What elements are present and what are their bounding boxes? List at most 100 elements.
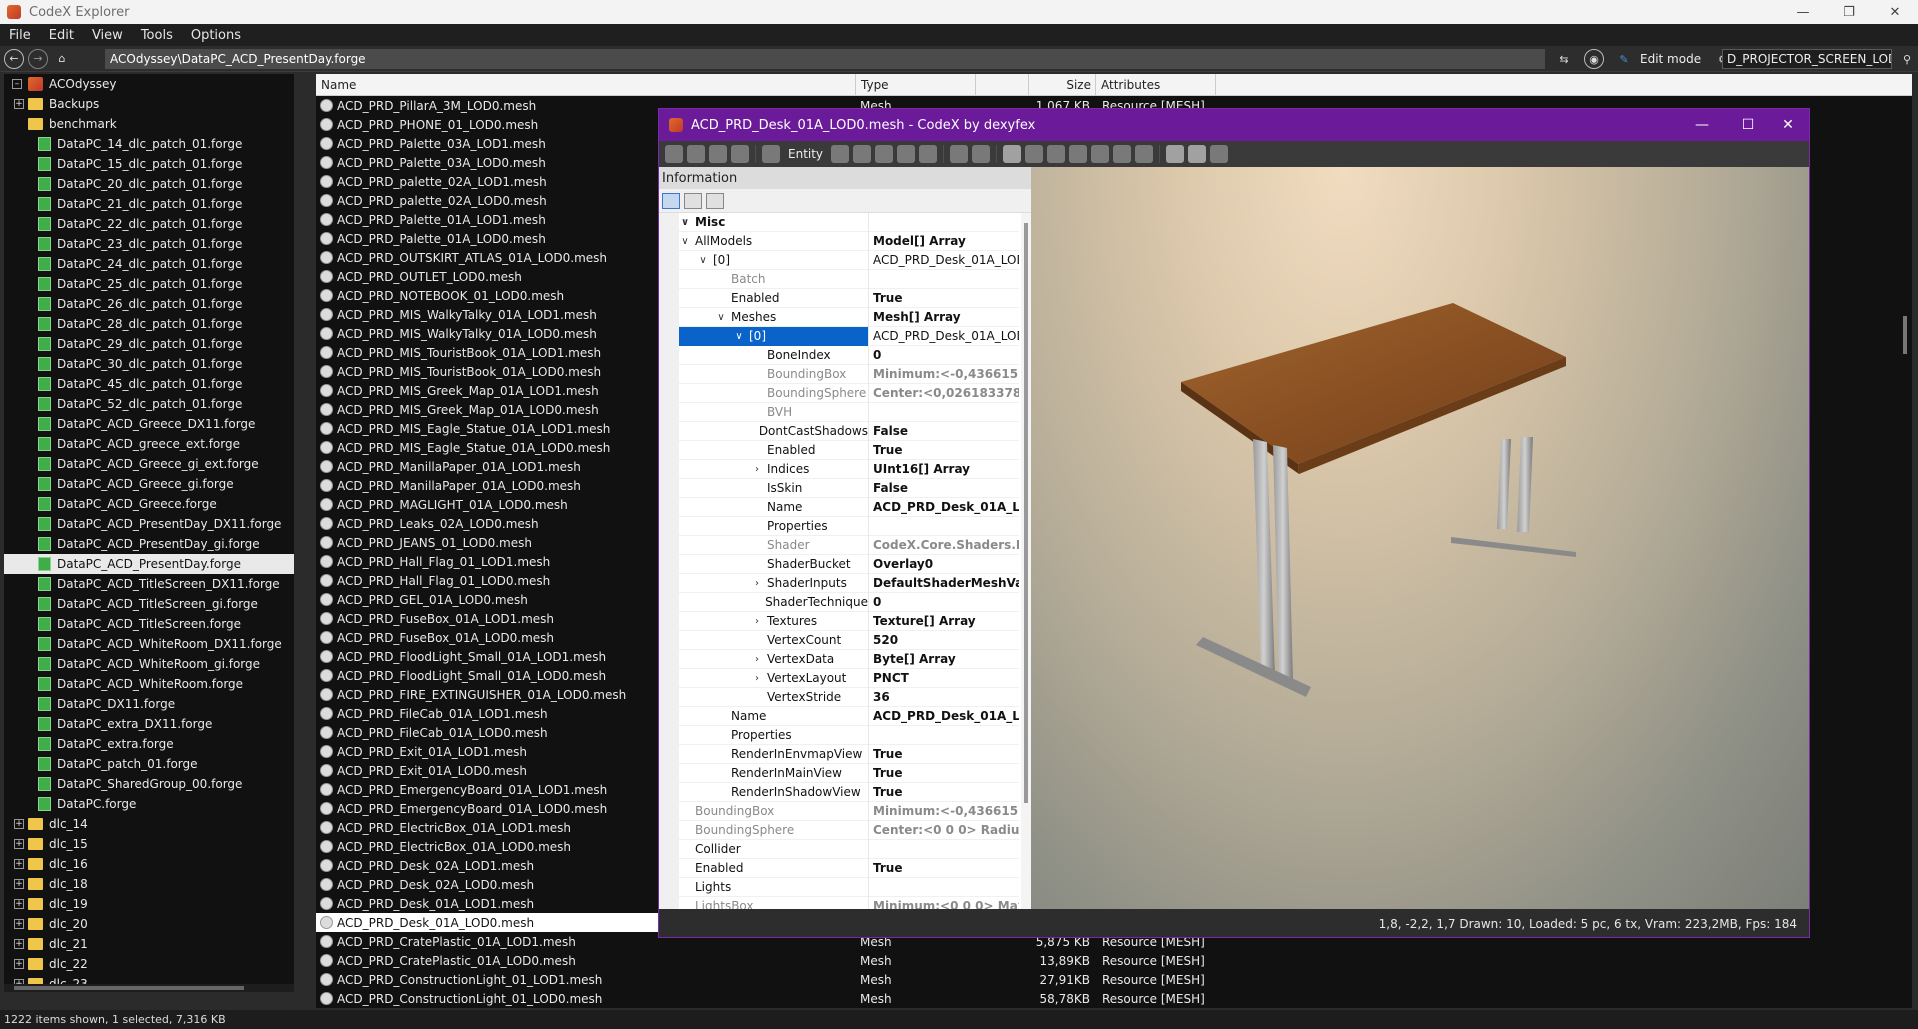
move-icon[interactable] [831, 145, 850, 163]
tree-item[interactable]: DataPC_ACD_greece_ext.forge [4, 434, 294, 454]
list-row[interactable]: ACD_PRD_ConstructionLight_01_LOD0.mesh Me… [316, 989, 1912, 1008]
tree-item[interactable]: DataPC_29_dlc_patch_01.forge [4, 334, 294, 354]
property-value[interactable] [869, 213, 1019, 232]
tree-item[interactable]: DataPC_patch_01.forge [4, 754, 294, 774]
step-icon[interactable] [1188, 145, 1207, 163]
tree-item[interactable]: DataPC_52_dlc_patch_01.forge [4, 394, 294, 414]
menu-tools[interactable]: Tools [132, 28, 182, 43]
tree-item[interactable]: DataPC_22_dlc_patch_01.forge [4, 214, 294, 234]
property-row[interactable]: BoneIndex 0 [659, 345, 1019, 365]
entity-dropdown[interactable]: Entity [782, 147, 829, 161]
3d-viewport[interactable] [1031, 167, 1809, 909]
sort-alpha-icon[interactable] [684, 192, 702, 209]
property-row[interactable]: Name ACD_PRD_Desk_01A_LOD0 [659, 706, 1019, 726]
property-row[interactable]: DontCastShadows False [659, 421, 1019, 441]
tree-item[interactable]: DataPC_ACD_TitleScreen_DX11.forge [4, 574, 294, 594]
property-value[interactable] [869, 878, 1019, 897]
property-row[interactable]: Enabled True [659, 858, 1019, 878]
edit-mode-toggle[interactable]: Edit mode [1640, 52, 1701, 66]
expand-chevron-icon[interactable]: › [751, 464, 763, 475]
tree-root[interactable]: – ACOdyssey [4, 74, 294, 94]
swap-icon[interactable]: ⇆ [1554, 49, 1574, 69]
property-value[interactable] [869, 517, 1019, 536]
tree-item[interactable]: + dlc_21 [4, 934, 294, 954]
property-grid-scrollbar[interactable] [1021, 213, 1031, 909]
expand-chevron-icon[interactable]: ∨ [697, 255, 709, 266]
property-value[interactable] [869, 840, 1019, 859]
expand-icon[interactable]: + [14, 959, 24, 969]
search-icon[interactable]: ⚲ [1897, 49, 1917, 69]
property-row[interactable]: VertexStride 36 [659, 687, 1019, 707]
tree-item[interactable]: DataPC_ACD_PresentDay_DX11.forge [4, 514, 294, 534]
property-value[interactable]: Minimum:<0 0 0> Maximu [869, 897, 1019, 909]
play-icon[interactable] [1166, 145, 1185, 163]
property-value[interactable]: DefaultShaderMeshVars [869, 574, 1019, 593]
property-row[interactable]: › VertexData Byte[] Array [659, 649, 1019, 669]
tree-item[interactable]: DataPC_ACD_Greece_gi.forge [4, 474, 294, 494]
tree-item[interactable]: DataPC_15_dlc_patch_01.forge [4, 154, 294, 174]
tree-item[interactable]: DataPC_45_dlc_patch_01.forge [4, 374, 294, 394]
property-value[interactable] [869, 270, 1019, 289]
property-value[interactable]: 0 [869, 346, 1019, 365]
tree-item[interactable]: DataPC_25_dlc_patch_01.forge [4, 274, 294, 294]
tree-item[interactable]: + dlc_15 [4, 834, 294, 854]
property-value[interactable]: True [869, 783, 1019, 802]
menu-options[interactable]: Options [182, 28, 250, 43]
wireframe-icon[interactable] [1025, 145, 1044, 163]
property-row[interactable]: Enabled True [659, 440, 1019, 460]
undo-icon[interactable] [950, 145, 969, 163]
property-row[interactable]: ∨ AllModels Model[] Array [659, 231, 1019, 251]
save-all-icon[interactable] [731, 145, 749, 163]
property-grid[interactable]: ∨ Misc ∨ AllModels Model[] Array ∨ [0] ACD_PRD_… [659, 213, 1019, 909]
property-value[interactable]: ACD_PRD_Desk_01A_LOD0 [869, 707, 1019, 726]
property-row[interactable]: Lights [659, 877, 1019, 897]
address-input[interactable]: ACOdyssey\DataPC_ACD_PresentDay.forge [105, 49, 1545, 69]
search-input[interactable]: D_PROJECTOR_SCREEN_LOD0 [1722, 49, 1892, 69]
property-row[interactable]: BoundingBox Minimum:<-0,436615 -0,8 [659, 364, 1019, 384]
camera-icon[interactable] [1113, 145, 1132, 163]
property-row[interactable]: ∨ Misc [659, 213, 1019, 232]
tree-item[interactable]: DataPC_ACD_Greece_DX11.forge [4, 414, 294, 434]
tree-item[interactable]: + dlc_18 [4, 874, 294, 894]
select-cursor-icon[interactable] [762, 145, 780, 163]
viewer-close-icon[interactable]: ✕ [1765, 109, 1809, 141]
property-row[interactable]: BVH [659, 402, 1019, 422]
export-icon[interactable] [687, 145, 705, 163]
expand-icon[interactable]: + [14, 899, 24, 909]
tree-item[interactable]: DataPC_ACD_Greece.forge [4, 494, 294, 514]
expand-chevron-icon[interactable]: › [751, 673, 763, 684]
property-value[interactable]: Model[] Array [869, 232, 1019, 251]
property-row[interactable]: Batch [659, 269, 1019, 289]
expand-icon[interactable]: + [14, 919, 24, 929]
property-value[interactable] [869, 726, 1019, 745]
property-value[interactable] [869, 403, 1019, 422]
categorized-icon[interactable] [662, 192, 680, 209]
property-value[interactable]: Mesh[] Array [869, 308, 1019, 327]
property-row[interactable]: ShaderTechnique 0 [659, 592, 1019, 612]
property-value[interactable]: True [869, 764, 1019, 783]
bounds-icon[interactable] [897, 145, 916, 163]
property-row[interactable]: RenderInEnvmapView True [659, 744, 1019, 764]
globe-icon[interactable]: ◉ [1584, 49, 1604, 69]
lighting-icon[interactable] [1069, 145, 1088, 163]
maximize-icon[interactable]: ❐ [1826, 0, 1872, 24]
property-row[interactable]: › ShaderInputs DefaultShaderMeshVars [659, 573, 1019, 593]
col-size[interactable]: Size [1028, 74, 1096, 96]
expand-icon[interactable]: + [14, 879, 24, 889]
lock-icon[interactable] [1135, 145, 1154, 163]
tree-item[interactable]: DataPC_SharedGroup_00.forge [4, 774, 294, 794]
tree-item[interactable]: DataPC_ACD_WhiteRoom_DX11.forge [4, 634, 294, 654]
property-value[interactable]: ACD_PRD_Desk_01A_LOD0 [869, 498, 1019, 517]
property-row[interactable]: Enabled True [659, 288, 1019, 308]
property-value[interactable]: 0 [869, 593, 1019, 612]
menu-file[interactable]: File [0, 28, 40, 43]
tree-item[interactable]: benchmark [4, 114, 294, 134]
tree-item[interactable]: DataPC_ACD_WhiteRoom_gi.forge [4, 654, 294, 674]
property-value[interactable]: UInt16[] Array [869, 460, 1019, 479]
property-value[interactable]: CodeX.Core.Shaders.Defau [869, 536, 1019, 555]
info-panel-toggle-icon[interactable] [1003, 145, 1022, 163]
tree-item[interactable]: DataPC_23_dlc_patch_01.forge [4, 234, 294, 254]
menu-edit[interactable]: Edit [40, 28, 83, 43]
list-row[interactable]: ACD_PRD_CratePlastic_01A_LOD0.mesh Mesh 13… [316, 951, 1912, 970]
expand-chevron-icon[interactable]: › [751, 616, 763, 627]
